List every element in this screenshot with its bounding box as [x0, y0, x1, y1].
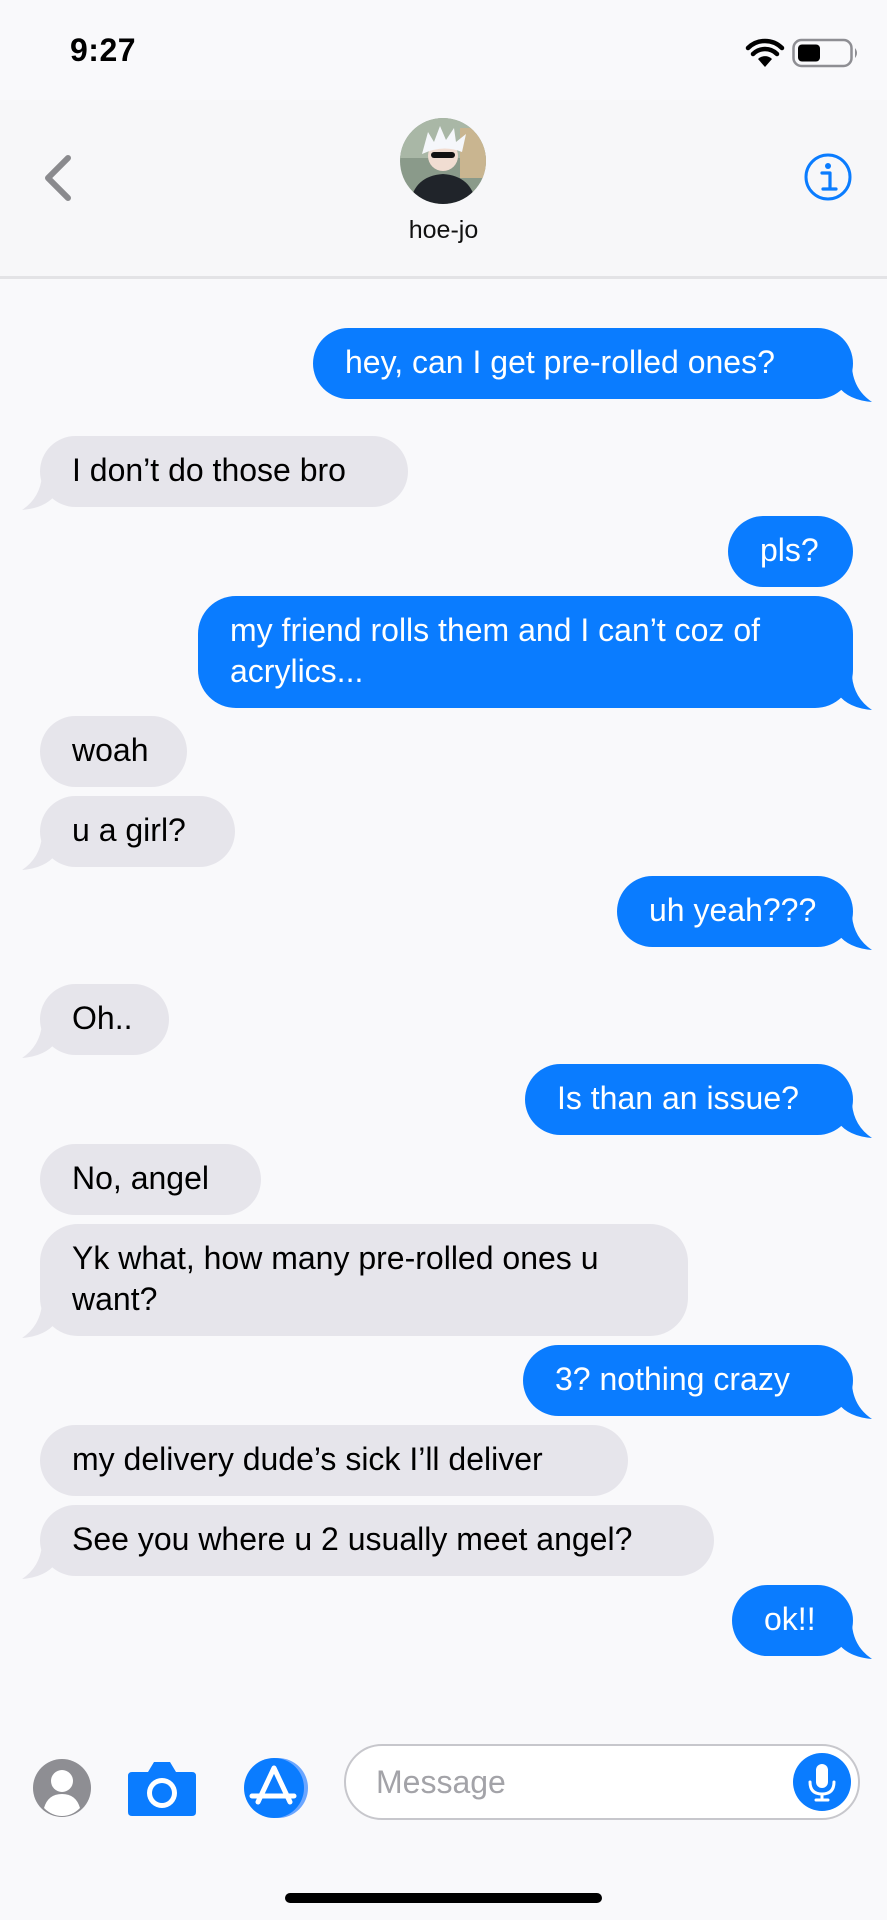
message-bubble-received[interactable]: I don’t do those bro: [40, 436, 408, 507]
message-bubble-received[interactable]: See you where u 2 usually meet angel?: [40, 1505, 714, 1576]
bubble-tail: [22, 1024, 56, 1058]
status-time: 9:27: [70, 32, 137, 68]
microphone-icon[interactable]: [792, 1752, 852, 1812]
camera-icon[interactable]: [126, 1758, 198, 1818]
message-bubble-received[interactable]: Oh..: [40, 984, 169, 1055]
status-bar: 9:27: [0, 0, 887, 100]
app-store-icon[interactable]: [238, 1756, 314, 1820]
bubble-tail: [838, 1104, 872, 1138]
message-bubble-sent[interactable]: uh yeah???: [617, 876, 853, 947]
message-bubble-sent[interactable]: hey, can I get pre-rolled ones?: [313, 328, 853, 399]
home-indicator[interactable]: [285, 1893, 602, 1903]
message-bubble-received[interactable]: u a girl?: [40, 796, 235, 867]
wifi-icon: [745, 38, 785, 67]
message-placeholder: Message: [376, 1764, 506, 1800]
bubble-tail: [22, 1545, 56, 1579]
bubble-tail: [838, 676, 872, 710]
message-bubble-received[interactable]: No, angel: [40, 1144, 261, 1215]
info-icon[interactable]: [803, 152, 853, 202]
back-chevron-icon[interactable]: [38, 152, 78, 204]
input-bar: Message: [0, 1720, 887, 1920]
bubble-tail: [22, 476, 56, 510]
message-bubble-received[interactable]: Yk what, how many pre-rolled ones u want…: [40, 1224, 688, 1336]
message-bubble-received[interactable]: my delivery dude’s sick I’ll deliver: [40, 1425, 628, 1496]
contact-card-icon[interactable]: [32, 1758, 92, 1818]
message-bubble-sent[interactable]: Is than an issue?: [525, 1064, 853, 1135]
message-bubble-sent[interactable]: 3? nothing crazy: [523, 1345, 853, 1416]
bubble-tail: [838, 1385, 872, 1419]
message-bubble-sent[interactable]: ok!!: [732, 1585, 853, 1656]
message-input[interactable]: Message: [344, 1744, 860, 1820]
bubble-tail: [838, 368, 872, 402]
contact-avatar[interactable]: [400, 118, 486, 204]
bubble-tail: [838, 916, 872, 950]
message-bubble-received[interactable]: woah: [40, 716, 187, 787]
bubble-tail: [838, 1625, 872, 1659]
contact-name[interactable]: hoe-jo: [0, 216, 887, 245]
message-bubble-sent[interactable]: my friend rolls them and I can’t coz of …: [198, 596, 853, 708]
bubble-tail: [22, 836, 56, 870]
message-bubble-sent[interactable]: pls?: [728, 516, 853, 587]
battery-icon: [792, 38, 857, 68]
bubble-tail: [22, 1304, 56, 1338]
conversation-header: hoe-jo: [0, 100, 887, 279]
